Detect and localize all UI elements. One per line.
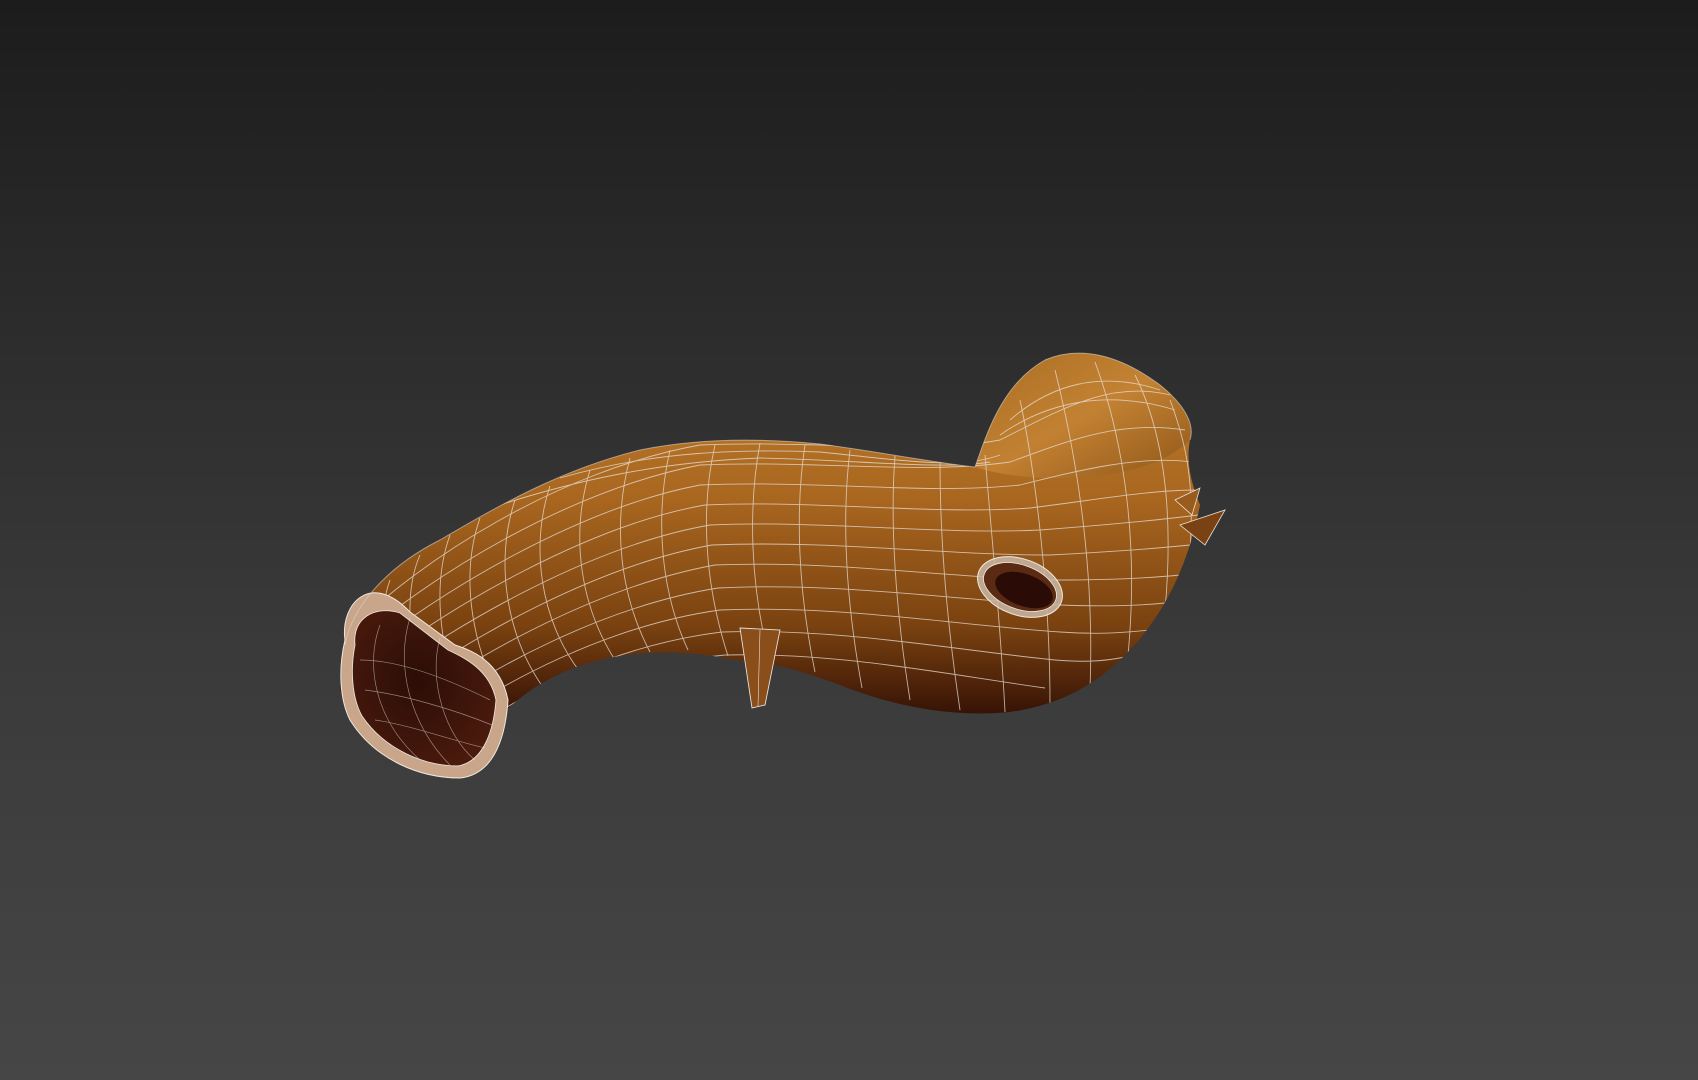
pipe-mesh[interactable]: [340, 352, 1226, 779]
pipe-elbow-top: [975, 353, 1192, 479]
viewport-canvas[interactable]: [0, 0, 1698, 1080]
bottom-spike: [739, 627, 781, 709]
3d-viewport[interactable]: [0, 0, 1698, 1080]
